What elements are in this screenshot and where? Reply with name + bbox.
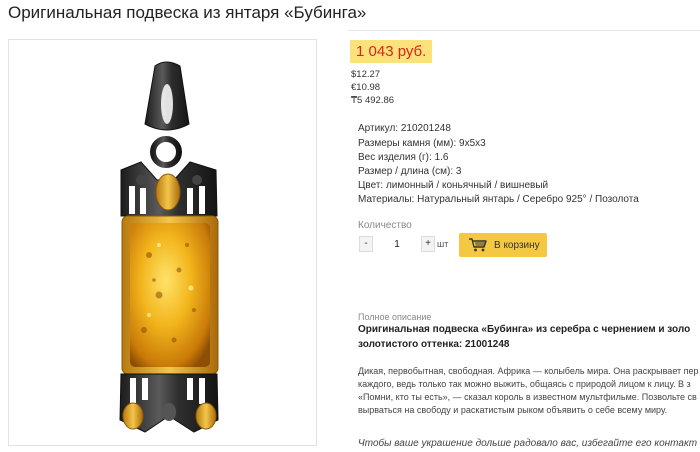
quantity-input[interactable]	[377, 236, 417, 252]
quantity-increase-button[interactable]: +	[421, 236, 435, 252]
price-eur: €10.98	[351, 82, 381, 93]
description-title-line-1: Оригинальная подвеска «Бубинга» из сереб…	[358, 324, 691, 335]
title-divider	[348, 30, 700, 31]
quantity-unit: шт	[437, 239, 449, 249]
spec-weight: Вес изделия (г): 1.6	[358, 152, 449, 163]
care-note: Чтобы ваше украшение дольше радовало вас…	[358, 438, 698, 449]
quantity-decrease-button[interactable]: -	[359, 236, 373, 252]
amber-pendant-image	[119, 61, 219, 433]
price-badge: 1 043 руб.	[350, 40, 433, 63]
product-image[interactable]	[8, 39, 317, 446]
description-text-line-2: каждого, ведь только так можно выжить, о…	[358, 379, 691, 389]
spec-length: Размер / длина (см): 3	[358, 166, 462, 177]
quantity-label: Количество	[358, 220, 412, 231]
page-title: Оригинальная подвеска из янтаря «Бубинга…	[8, 3, 367, 22]
price-kzt: ₸5 492.86	[351, 95, 395, 106]
spec-stone-size: Размеры камня (мм): 9х5х3	[358, 138, 486, 149]
shopping-cart-icon	[469, 238, 487, 252]
price-usd: $12.27	[351, 69, 381, 80]
spec-color: Цвет: лимонный / коньячный / вишневый	[358, 180, 549, 191]
description-text-line-3: «Помни, кто ты есть», — сказал король в …	[358, 392, 697, 402]
add-to-cart-label: В корзину	[494, 239, 540, 251]
description-text-line-4: вырваться на свободу и раскатистым рыком…	[358, 405, 668, 415]
description-text-line-1: Дикая, первобытная, свободная. Африка — …	[358, 366, 699, 376]
description-title-line-2: золотистого оттенка: 21001248	[358, 339, 510, 350]
spec-article: Артикул: 210201248	[358, 123, 451, 134]
description-label: Полное описание	[358, 312, 432, 322]
spec-materials: Материалы: Натуральный янтарь / Серебро …	[358, 194, 639, 205]
add-to-cart-button[interactable]: В корзину	[459, 233, 547, 257]
